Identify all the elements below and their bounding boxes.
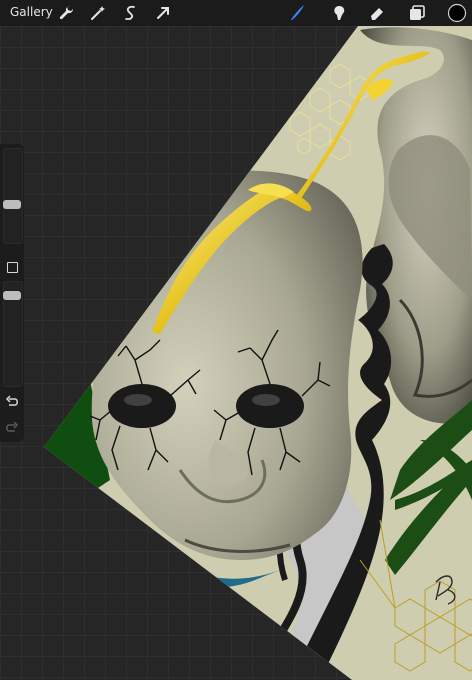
undo-icon[interactable] [4, 395, 20, 409]
magic-wand-icon[interactable] [88, 3, 108, 23]
artwork-canvas[interactable] [0, 0, 472, 680]
artwork-layer [44, 26, 472, 680]
selection-icon[interactable] [121, 3, 141, 23]
left-sidebar [0, 144, 24, 442]
brush-icon[interactable] [287, 3, 307, 23]
eraser-icon[interactable] [367, 3, 387, 23]
brush-size-knob[interactable] [3, 200, 21, 209]
wrench-icon[interactable] [56, 3, 76, 23]
transform-arrow-icon[interactable] [153, 3, 173, 23]
brush-size-slider[interactable] [3, 148, 23, 244]
gallery-button[interactable]: Gallery [10, 5, 53, 19]
color-swatch-icon[interactable] [447, 3, 467, 23]
layers-icon[interactable] [407, 3, 427, 23]
top-toolbar: Gallery [0, 0, 472, 26]
smudge-icon[interactable] [329, 3, 349, 23]
redo-icon[interactable] [4, 421, 20, 435]
modify-square-icon[interactable] [7, 262, 18, 273]
brush-opacity-knob[interactable] [3, 291, 21, 300]
